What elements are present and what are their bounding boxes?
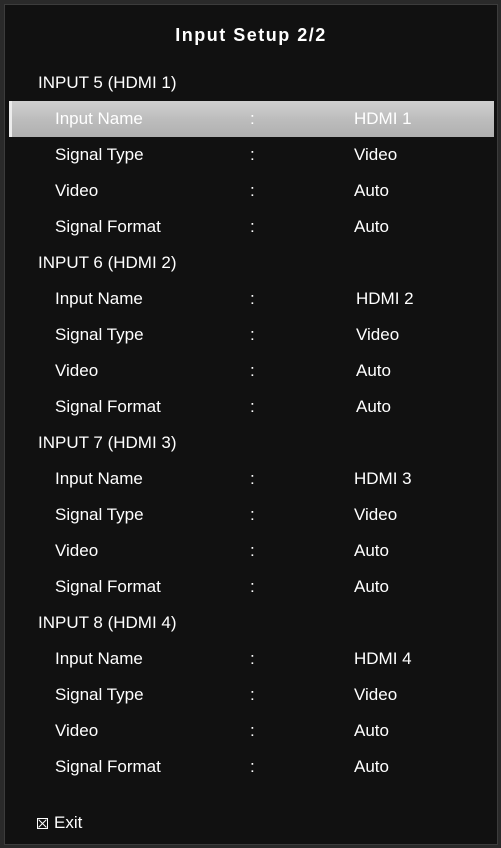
row-label: Signal Type xyxy=(55,685,144,704)
row-colon: : xyxy=(250,325,255,344)
row-colon: : xyxy=(250,577,255,596)
exit-label: Exit xyxy=(54,813,83,832)
row-value: Video xyxy=(356,325,400,344)
menu-row-signal-format[interactable]: Signal Format : Auto xyxy=(5,749,497,785)
row-colon: : xyxy=(250,181,255,200)
row-label: Signal Format xyxy=(55,217,161,236)
row-value: HDMI 3 xyxy=(354,469,412,488)
row-label: Video xyxy=(55,541,99,560)
section-header: INPUT 5 (HDMI 1) xyxy=(38,73,177,92)
section-input-8: INPUT 8 (HDMI 4) Input Name : HDMI 4 Sig… xyxy=(5,605,497,785)
row-label: Signal Format xyxy=(55,397,161,416)
row-label: Input Name xyxy=(55,289,143,308)
row-colon: : xyxy=(250,361,255,380)
screen: Input Setup 2/2 INPUT 5 (HDMI 1) Input N… xyxy=(0,0,501,848)
row-value: Auto xyxy=(354,541,389,560)
row-colon: : xyxy=(250,721,255,740)
row-value: Auto xyxy=(354,181,389,200)
menu-row-signal-format[interactable]: Signal Format : Auto xyxy=(5,389,497,425)
row-colon: : xyxy=(250,289,255,308)
row-label: Input Name xyxy=(55,469,143,488)
menu-row-input-name[interactable]: Input Name : HDMI 4 xyxy=(5,641,497,677)
row-value: Auto xyxy=(356,361,391,380)
row-value: HDMI 4 xyxy=(354,649,412,668)
row-label: Video xyxy=(55,361,99,380)
row-colon: : xyxy=(250,145,255,164)
row-colon: : xyxy=(250,217,255,236)
row-label: Signal Type xyxy=(55,505,144,524)
exit-button[interactable]: Exit xyxy=(37,811,82,835)
row-colon: : xyxy=(250,109,255,128)
menu-row-input-name[interactable]: Input Name : HDMI 1 xyxy=(9,101,494,137)
row-label: Video xyxy=(55,721,99,740)
row-value: HDMI 2 xyxy=(356,289,414,308)
section-header: INPUT 8 (HDMI 4) xyxy=(38,613,177,632)
row-colon: : xyxy=(250,469,255,488)
menu-row-video[interactable]: Video : Auto xyxy=(5,533,497,569)
menu-row-video[interactable]: Video : Auto xyxy=(5,353,497,389)
section-input-6: INPUT 6 (HDMI 2) Input Name : HDMI 2 Sig… xyxy=(5,245,497,425)
section-header: INPUT 6 (HDMI 2) xyxy=(38,253,177,272)
row-label: Input Name xyxy=(55,649,143,668)
row-label: Input Name xyxy=(55,109,143,128)
row-colon: : xyxy=(250,757,255,776)
menu-row-signal-format[interactable]: Signal Format : Auto xyxy=(5,569,497,605)
row-value: Video xyxy=(354,145,398,164)
menu-row-signal-type[interactable]: Signal Type : Video xyxy=(5,317,497,353)
row-colon: : xyxy=(250,397,255,416)
row-value: Auto xyxy=(354,577,389,596)
row-value: Auto xyxy=(356,397,391,416)
row-label: Video xyxy=(55,181,99,200)
row-value: HDMI 1 xyxy=(354,109,412,128)
row-label: Signal Format xyxy=(55,577,161,596)
menu-row-signal-format[interactable]: Signal Format : Auto xyxy=(5,209,497,245)
menu-sections: INPUT 5 (HDMI 1) Input Name : HDMI 1 Sig… xyxy=(5,65,497,785)
row-colon: : xyxy=(250,541,255,560)
row-value: Video xyxy=(354,505,398,524)
row-value: Auto xyxy=(354,721,389,740)
exit-icon xyxy=(37,817,48,829)
row-value: Auto xyxy=(354,217,389,236)
menu-row-signal-type[interactable]: Signal Type : Video xyxy=(5,677,497,713)
row-colon: : xyxy=(250,685,255,704)
menu-row-signal-type[interactable]: Signal Type : Video xyxy=(5,137,497,173)
menu-row-video[interactable]: Video : Auto xyxy=(5,713,497,749)
menu-row-input-name[interactable]: Input Name : HDMI 2 xyxy=(5,281,497,317)
row-value: Video xyxy=(354,685,398,704)
section-header: INPUT 7 (HDMI 3) xyxy=(38,433,177,452)
section-input-5: INPUT 5 (HDMI 1) Input Name : HDMI 1 Sig… xyxy=(5,65,497,245)
menu-row-signal-type[interactable]: Signal Type : Video xyxy=(5,497,497,533)
menu-title: Input Setup 2/2 xyxy=(175,25,327,45)
input-setup-menu: Input Setup 2/2 INPUT 5 (HDMI 1) Input N… xyxy=(4,4,498,845)
menu-row-video[interactable]: Video : Auto xyxy=(5,173,497,209)
row-colon: : xyxy=(250,505,255,524)
menu-row-input-name[interactable]: Input Name : HDMI 3 xyxy=(5,461,497,497)
section-input-7: INPUT 7 (HDMI 3) Input Name : HDMI 3 Sig… xyxy=(5,425,497,605)
row-label: Signal Type xyxy=(55,145,144,164)
row-label: Signal Type xyxy=(55,325,144,344)
row-label: Signal Format xyxy=(55,757,161,776)
row-value: Auto xyxy=(354,757,389,776)
row-colon: : xyxy=(250,649,255,668)
